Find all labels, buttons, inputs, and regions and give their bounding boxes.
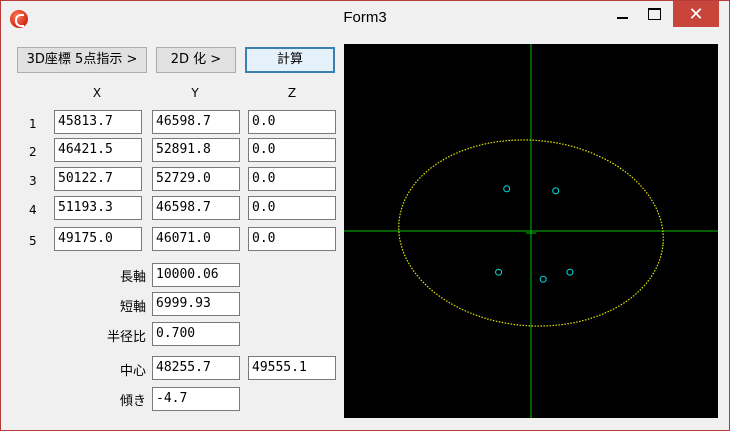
calculate-button[interactable]: 計算 [245, 47, 335, 73]
ellipse-plot [344, 44, 718, 418]
to-2d-button[interactable]: 2D 化 > [156, 47, 236, 73]
title-bar[interactable]: Form3 ✕ [1, 1, 729, 37]
center-label: 中心 [119, 364, 146, 379]
form3-window: Form3 ✕ 3D座標 5点指示 > 2D 化 > 計算 X Y Z 1 45… [0, 0, 730, 431]
point3-x-field[interactable]: 50122.7 [54, 167, 142, 191]
point3-z-field[interactable]: 0.0 [248, 167, 336, 191]
major-axis-label: 長軸 [119, 270, 146, 285]
row-number: 3 [29, 174, 37, 188]
point1-x-field[interactable]: 45813.7 [54, 110, 142, 134]
tilt-field[interactable]: -4.7 [152, 387, 240, 411]
point1-y-field[interactable]: 46598.7 [152, 110, 240, 134]
point1-z-field[interactable]: 0.0 [248, 110, 336, 134]
minor-axis-field[interactable]: 6999.93 [152, 292, 240, 316]
ellipse-plot-canvas [344, 44, 718, 418]
radius-ratio-field[interactable]: 0.700 [152, 322, 240, 346]
center-y-field[interactable]: 49555.1 [248, 356, 336, 380]
row-number: 1 [29, 117, 37, 131]
column-header-y: Y [191, 86, 199, 100]
close-button[interactable]: ✕ [673, 1, 719, 27]
sample-point-marker [566, 268, 574, 276]
sample-point-markers [495, 185, 574, 283]
radius-ratio-label: 半径比 [106, 330, 146, 345]
sample-point-marker [495, 268, 503, 276]
point4-y-field[interactable]: 46598.7 [152, 196, 240, 220]
maximize-button[interactable] [640, 1, 668, 27]
column-header-x: X [92, 86, 102, 100]
tilt-label: 傾き [119, 394, 146, 409]
sample-point-marker [552, 187, 560, 195]
sample-point-marker [539, 275, 547, 283]
row-number: 2 [29, 145, 37, 159]
row-number: 4 [29, 203, 37, 217]
point4-z-field[interactable]: 0.0 [248, 196, 336, 220]
point4-x-field[interactable]: 51193.3 [54, 196, 142, 220]
point3-y-field[interactable]: 52729.0 [152, 167, 240, 191]
sample-point-marker [503, 185, 511, 193]
point2-x-field[interactable]: 46421.5 [54, 138, 142, 162]
center-x-field[interactable]: 48255.7 [152, 356, 240, 380]
point2-y-field[interactable]: 52891.8 [152, 138, 240, 162]
points-select-button[interactable]: 3D座標 5点指示 > [17, 47, 147, 73]
point5-x-field[interactable]: 49175.0 [54, 227, 142, 251]
minimize-button[interactable] [608, 1, 636, 27]
minor-axis-label: 短軸 [119, 300, 146, 315]
point5-z-field[interactable]: 0.0 [248, 227, 336, 251]
row-number: 5 [29, 234, 37, 248]
point5-y-field[interactable]: 46071.0 [152, 227, 240, 251]
column-header-z: Z [287, 86, 297, 100]
point2-z-field[interactable]: 0.0 [248, 138, 336, 162]
major-axis-field[interactable]: 10000.06 [152, 263, 240, 287]
